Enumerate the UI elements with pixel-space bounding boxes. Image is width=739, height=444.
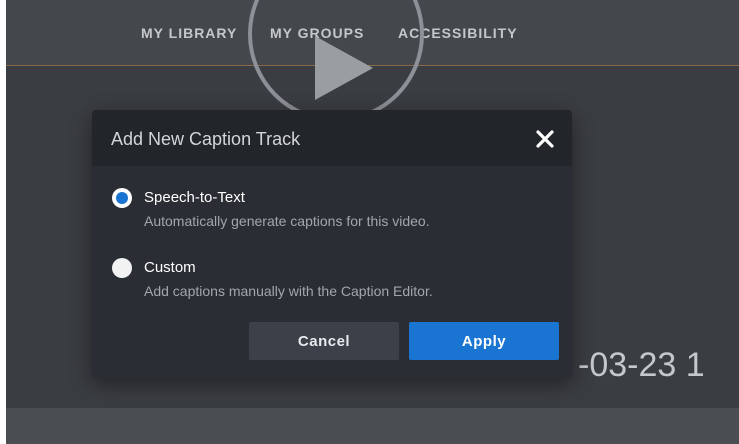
close-icon[interactable]	[532, 126, 558, 152]
play-triangle-icon	[315, 36, 373, 100]
option-custom-description: Add captions manually with the Caption E…	[144, 283, 433, 299]
option-custom-label: Custom	[144, 259, 196, 276]
dialog-title: Add New Caption Track	[111, 129, 301, 149]
bottom-bar	[6, 408, 739, 444]
video-date-text: -03-23 1	[578, 346, 705, 384]
nav-my-library[interactable]: MY LIBRARY	[141, 25, 237, 41]
option-speech-to-text-description: Automatically generate captions for this…	[144, 213, 430, 229]
dialog-header: Add New Caption Track	[92, 110, 572, 166]
add-caption-track-dialog: Add New Caption Track Speech-to-Text Aut…	[92, 110, 572, 378]
option-speech-to-text-label: Speech-to-Text	[144, 189, 245, 206]
radio-speech-to-text[interactable]	[112, 188, 132, 208]
cancel-button[interactable]: Cancel	[249, 322, 399, 360]
radio-custom[interactable]	[112, 258, 132, 278]
apply-button[interactable]: Apply	[409, 322, 559, 360]
